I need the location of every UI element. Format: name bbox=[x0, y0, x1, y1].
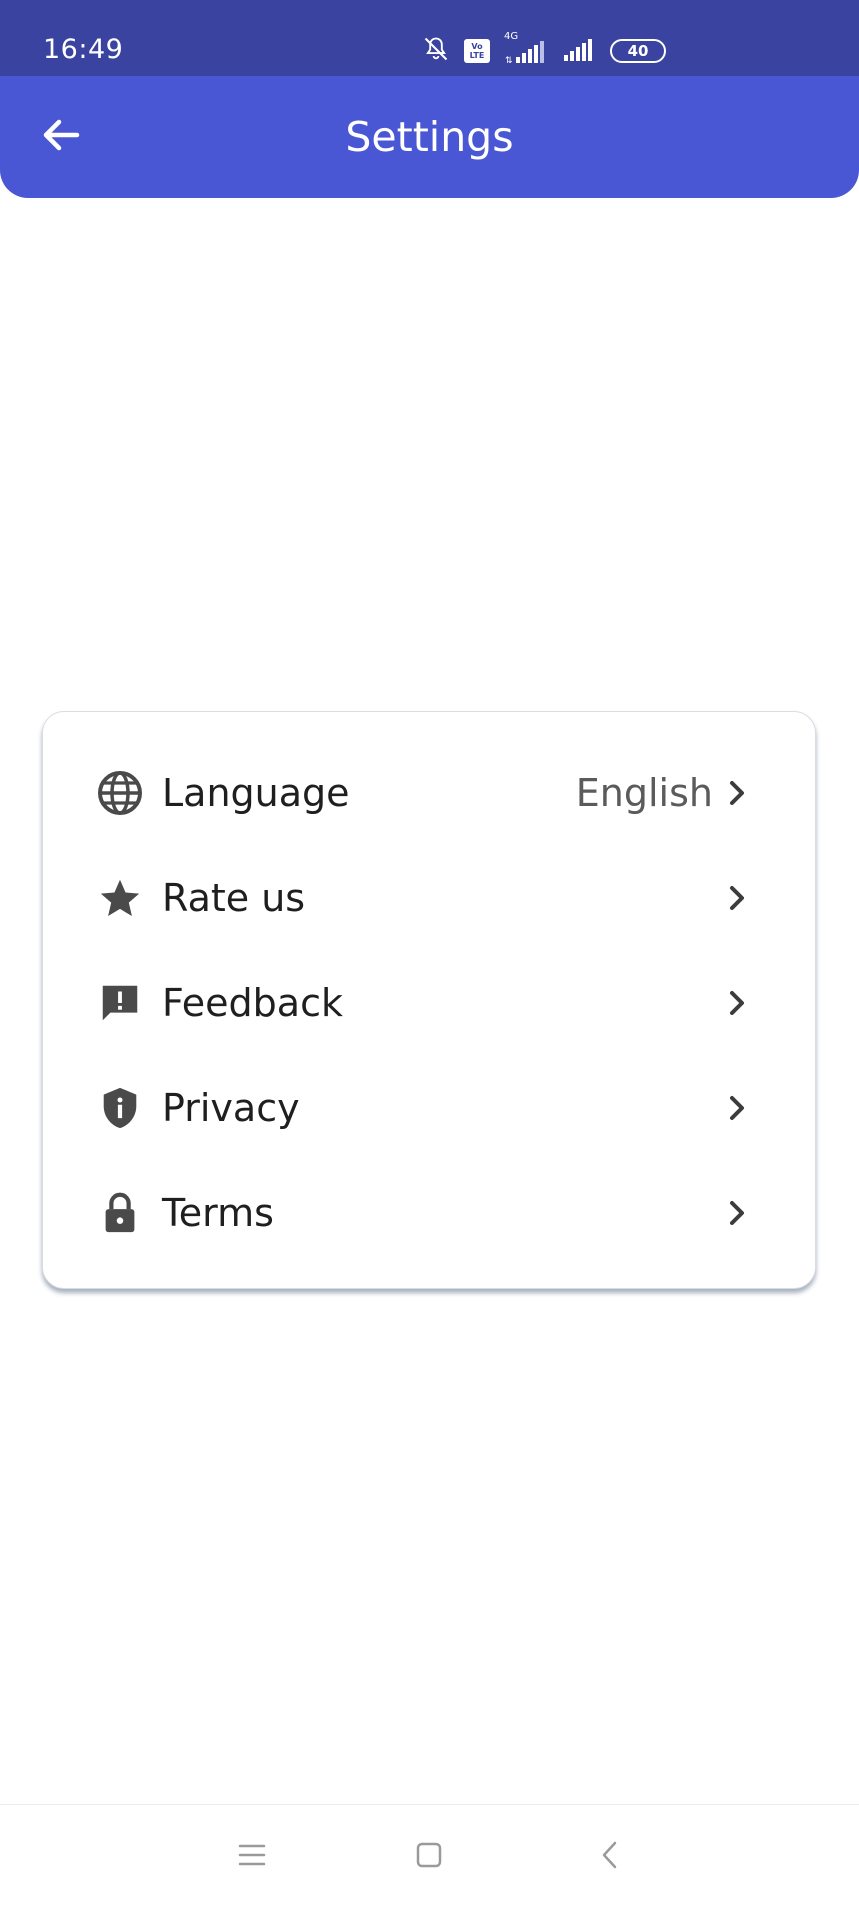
settings-card: Language English Rate us Feedback Privac… bbox=[42, 711, 816, 1289]
status-icons: Vo LTE 4G ⇅ 40 bbox=[422, 31, 666, 68]
settings-item-label: Terms bbox=[162, 1191, 274, 1235]
home-button[interactable] bbox=[407, 1835, 451, 1879]
battery-icon: 40 bbox=[610, 39, 666, 63]
language-value: English bbox=[575, 771, 713, 815]
chevron-right-icon bbox=[725, 988, 749, 1018]
status-time: 16:49 bbox=[43, 34, 124, 65]
lock-icon bbox=[97, 1190, 143, 1236]
chevron-right-icon bbox=[725, 1198, 749, 1228]
svg-text:⇅: ⇅ bbox=[505, 56, 513, 65]
recent-apps-button[interactable] bbox=[230, 1835, 274, 1879]
shield-icon bbox=[97, 1085, 143, 1131]
signal-icon: 4G ⇅ bbox=[504, 31, 548, 65]
settings-item-label: Privacy bbox=[162, 1086, 300, 1130]
menu-icon bbox=[237, 1842, 267, 1872]
settings-item-privacy[interactable]: Privacy bbox=[43, 1058, 815, 1158]
system-back-button[interactable] bbox=[588, 1835, 632, 1879]
settings-item-rate-us[interactable]: Rate us bbox=[43, 848, 815, 948]
settings-item-label: Rate us bbox=[162, 876, 306, 920]
star-icon bbox=[97, 875, 143, 921]
settings-item-label: Language bbox=[162, 771, 350, 815]
volte-icon: Vo LTE bbox=[464, 39, 490, 63]
settings-item-language[interactable]: Language English bbox=[43, 743, 815, 843]
settings-item-label: Feedback bbox=[162, 981, 343, 1025]
status-bar: 16:49 Vo LTE 4G ⇅ 40 bbox=[0, 0, 859, 76]
app-bar: Settings bbox=[0, 76, 859, 198]
page-title: Settings bbox=[345, 113, 514, 161]
system-nav-bar bbox=[0, 1805, 859, 1908]
home-square-icon bbox=[415, 1841, 443, 1873]
settings-item-terms[interactable]: Terms bbox=[43, 1163, 815, 1263]
mute-icon bbox=[422, 35, 450, 67]
signal-icon bbox=[562, 35, 596, 67]
chevron-right-icon bbox=[725, 778, 749, 808]
back-chevron-icon bbox=[599, 1840, 621, 1874]
chevron-right-icon bbox=[725, 1093, 749, 1123]
volte-label: Vo LTE bbox=[469, 42, 485, 60]
chevron-right-icon bbox=[725, 883, 749, 913]
feedback-icon bbox=[97, 980, 143, 1026]
battery-level: 40 bbox=[627, 42, 649, 60]
settings-item-feedback[interactable]: Feedback bbox=[43, 953, 815, 1053]
globe-icon bbox=[97, 770, 143, 816]
